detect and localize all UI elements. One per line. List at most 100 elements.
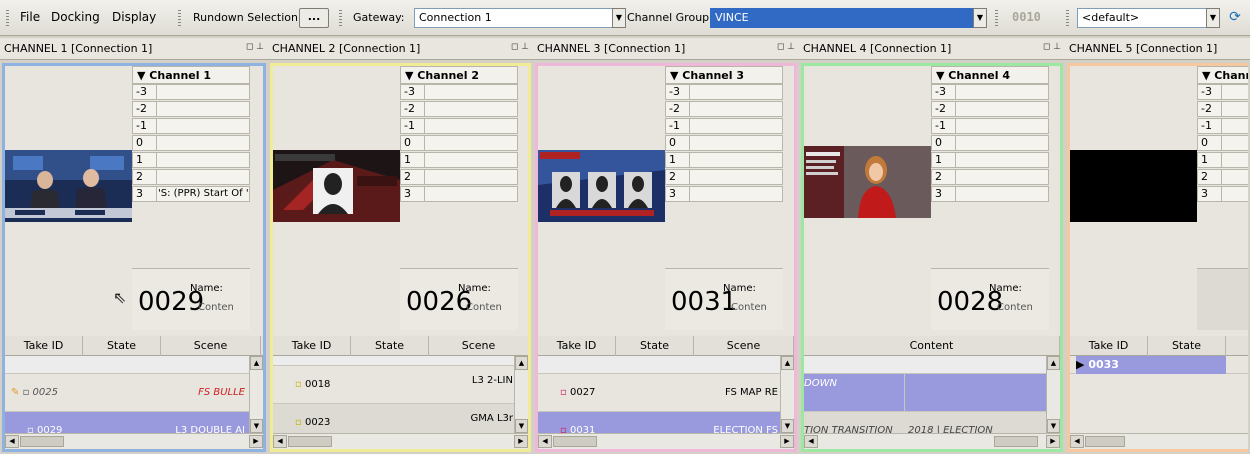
- level-header[interactable]: ▼ Channel 2: [400, 66, 518, 84]
- table-row[interactable]: [538, 356, 780, 374]
- level-row[interactable]: -1: [132, 118, 250, 134]
- scroll-left-icon[interactable]: ◀: [538, 435, 552, 448]
- scroll-up-icon[interactable]: ▲: [250, 356, 263, 370]
- level-header[interactable]: ▼ Channel 3: [665, 66, 783, 84]
- level-row[interactable]: 1: [132, 152, 250, 168]
- level-row[interactable]: 0: [931, 135, 1049, 151]
- level-row[interactable]: -2: [931, 101, 1049, 117]
- level-row[interactable]: -2: [1197, 101, 1248, 117]
- col-take-id[interactable]: Take ID: [1070, 336, 1148, 356]
- scroll-thumb[interactable]: [553, 436, 597, 447]
- level-row[interactable]: 2: [400, 169, 518, 185]
- horizontal-scrollbar[interactable]: ◀ ▶: [273, 433, 528, 449]
- level-row[interactable]: 3 'S: (PPR) Start Of ': [132, 186, 250, 202]
- level-header[interactable]: ▼ Channel 1: [132, 66, 250, 84]
- table-row-selected[interactable]: ▫ 0031 ELECTION FS: [538, 412, 780, 433]
- vertical-scrollbar[interactable]: ▲ ▼: [1046, 356, 1060, 433]
- vertical-scrollbar[interactable]: ▲ ▼: [249, 356, 263, 433]
- level-row[interactable]: -1: [931, 118, 1049, 134]
- scroll-down-icon[interactable]: ▼: [515, 419, 528, 433]
- news-anchors-thumbnail[interactable]: [5, 150, 132, 222]
- table-row[interactable]: ▫ 0023 GMA L3r: [273, 404, 514, 433]
- level-row[interactable]: -3: [665, 84, 783, 100]
- gateway-select[interactable]: Connection 1: [414, 8, 613, 28]
- scroll-up-icon[interactable]: ▲: [515, 356, 528, 370]
- col-state[interactable]: State: [351, 336, 429, 356]
- scroll-down-icon[interactable]: ▼: [1047, 419, 1060, 433]
- election-thumbnail[interactable]: [538, 150, 665, 222]
- scroll-right-icon[interactable]: ▶: [1046, 435, 1060, 448]
- toolbar-grip[interactable]: [6, 10, 9, 26]
- level-row[interactable]: -2: [400, 101, 518, 117]
- toolbar-grip[interactable]: [1066, 10, 1069, 26]
- level-row[interactable]: -3: [400, 84, 518, 100]
- presenter-thumbnail[interactable]: [804, 146, 931, 218]
- table-row[interactable]: ▫ 0018 L3 2-LIN: [273, 366, 514, 404]
- table-row-selected[interactable]: DOWN: [804, 374, 1046, 412]
- level-row[interactable]: -1: [1197, 118, 1248, 134]
- table-row[interactable]: [273, 356, 514, 366]
- panel-float-pin-icons[interactable]: ◻ ⊥: [246, 42, 264, 52]
- scroll-right-icon[interactable]: ▶: [514, 435, 528, 448]
- col-scene[interactable]: Scene: [429, 336, 528, 356]
- refresh-icon[interactable]: ⟳: [1225, 8, 1245, 28]
- level-row[interactable]: 2: [665, 169, 783, 185]
- level-row[interactable]: 0: [132, 135, 250, 151]
- scroll-thumb[interactable]: [20, 436, 64, 447]
- lower-third-thumbnail[interactable]: [273, 150, 400, 222]
- rundown-selection-button[interactable]: ...: [299, 8, 329, 28]
- col-take-id[interactable]: Take ID: [538, 336, 616, 356]
- level-row[interactable]: -3: [132, 84, 250, 100]
- horizontal-scrollbar[interactable]: ◀ ▶: [538, 433, 794, 449]
- level-row[interactable]: -3: [931, 84, 1049, 100]
- scroll-left-icon[interactable]: ◀: [5, 435, 19, 448]
- level-row[interactable]: 3: [931, 186, 1049, 202]
- level-row[interactable]: 2: [931, 169, 1049, 185]
- panel-float-pin-icons[interactable]: ◻ ⊥: [511, 42, 529, 52]
- table-row[interactable]: [5, 356, 249, 374]
- vertical-scrollbar[interactable]: ▲ ▼: [514, 356, 528, 433]
- scroll-right-icon[interactable]: ▶: [780, 435, 794, 448]
- scroll-up-icon[interactable]: ▲: [1047, 356, 1060, 370]
- level-row[interactable]: 2: [1197, 169, 1248, 185]
- scroll-down-icon[interactable]: ▼: [250, 419, 263, 433]
- scroll-up-icon[interactable]: ▲: [781, 356, 794, 370]
- level-row[interactable]: 0: [665, 135, 783, 151]
- toolbar-grip[interactable]: [995, 10, 998, 26]
- table-row[interactable]: ✎ ▫ 0025 FS BULLE: [5, 374, 249, 412]
- horizontal-scrollbar[interactable]: ◀ ▶: [5, 433, 263, 449]
- black-frame-thumbnail[interactable]: [1070, 150, 1197, 222]
- scroll-thumb[interactable]: [994, 436, 1038, 447]
- scroll-left-icon[interactable]: ◀: [1070, 435, 1084, 448]
- menu-file[interactable]: File: [20, 10, 40, 24]
- level-row[interactable]: 0: [400, 135, 518, 151]
- table-row-selected[interactable]: ▫ 0029 L3 DOUBLE AI: [5, 412, 249, 433]
- level-row[interactable]: -2: [132, 101, 250, 117]
- scroll-thumb[interactable]: [1085, 436, 1125, 447]
- menu-docking[interactable]: Docking: [51, 10, 100, 24]
- scroll-thumb[interactable]: [288, 436, 332, 447]
- col-scene[interactable]: Scene: [161, 336, 261, 356]
- level-row[interactable]: 1: [665, 152, 783, 168]
- level-header[interactable]: ▼ Channel 4: [931, 66, 1049, 84]
- toolbar-grip[interactable]: [178, 10, 181, 26]
- col-state[interactable]: State: [616, 336, 694, 356]
- level-row[interactable]: 1: [931, 152, 1049, 168]
- level-row[interactable]: 3: [1197, 186, 1248, 202]
- level-header[interactable]: ▼ Chann: [1197, 66, 1248, 84]
- menu-display[interactable]: Display: [112, 10, 156, 24]
- horizontal-scrollbar[interactable]: ◀: [1070, 433, 1248, 449]
- table-row[interactable]: [804, 356, 1046, 374]
- profile-select[interactable]: <default>: [1077, 8, 1207, 28]
- gateway-dropdown-button[interactable]: ▼: [612, 8, 626, 28]
- level-row[interactable]: 3: [400, 186, 518, 202]
- horizontal-scrollbar[interactable]: ◀ ▶: [804, 433, 1060, 449]
- col-content[interactable]: Content: [804, 336, 1060, 356]
- row-expand-icon[interactable]: ▶: [1076, 358, 1084, 371]
- level-row[interactable]: 1: [1197, 152, 1248, 168]
- panel-float-pin-icons[interactable]: ◻ ⊥: [777, 42, 795, 52]
- level-row[interactable]: -2: [665, 101, 783, 117]
- level-row[interactable]: -1: [665, 118, 783, 134]
- channel-group-dropdown-button[interactable]: ▼: [973, 8, 987, 28]
- level-row[interactable]: 0: [1197, 135, 1248, 151]
